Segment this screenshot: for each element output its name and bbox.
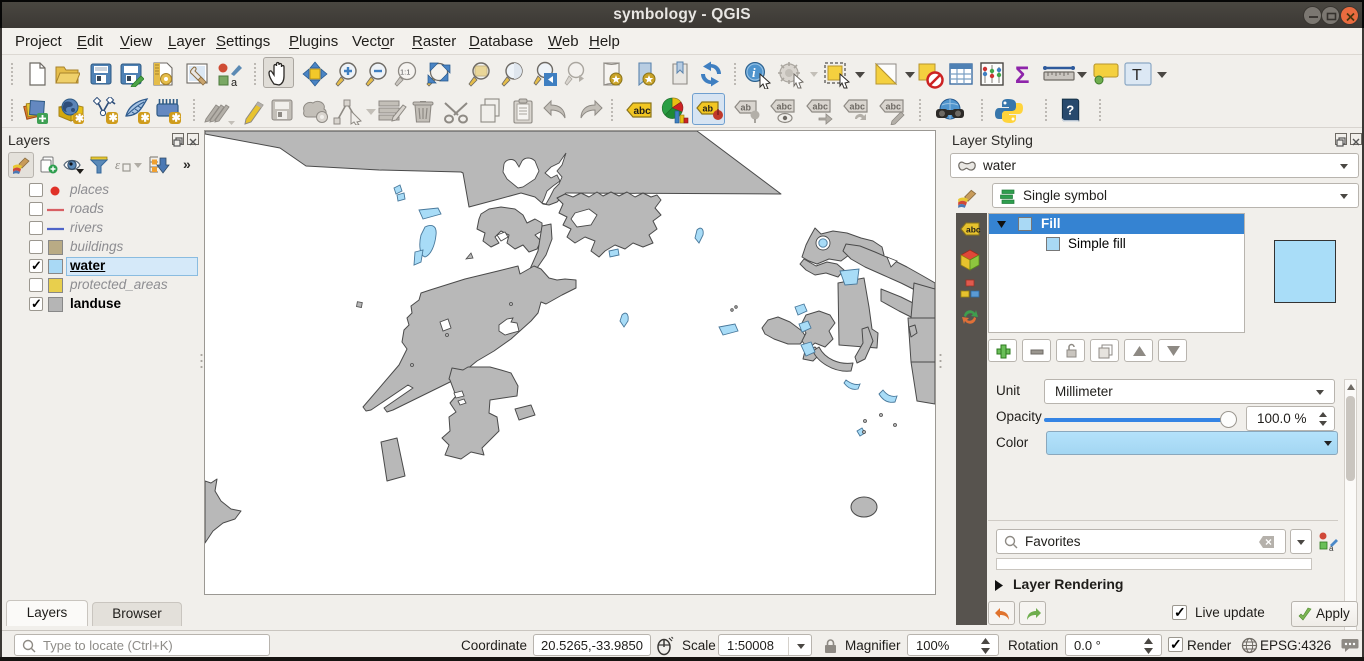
svg-text:abc: abc — [813, 102, 829, 112]
svg-text:abc: abc — [634, 106, 652, 117]
svg-text:abc: abc — [886, 102, 902, 112]
svg-text:?: ? — [1066, 102, 1074, 117]
svg-text:ε: ε — [115, 157, 121, 172]
svg-text:T: T — [1132, 67, 1142, 84]
svg-text:✱: ✱ — [141, 113, 150, 125]
svg-text:abc: abc — [850, 102, 866, 112]
svg-text:Σ: Σ — [1015, 62, 1029, 87]
svg-text:abc: abc — [966, 225, 981, 235]
svg-text:✱: ✱ — [75, 113, 84, 125]
svg-text:ab: ab — [703, 104, 714, 114]
svg-text:ab: ab — [741, 103, 752, 113]
svg-text:1:1: 1:1 — [400, 68, 410, 77]
svg-text:i: i — [752, 65, 756, 80]
svg-text:a: a — [1329, 544, 1334, 551]
svg-text:abc: abc — [777, 102, 793, 112]
svg-text:✱: ✱ — [109, 113, 118, 125]
svg-text:✱: ✱ — [172, 113, 181, 125]
svg-text:a: a — [231, 77, 238, 87]
